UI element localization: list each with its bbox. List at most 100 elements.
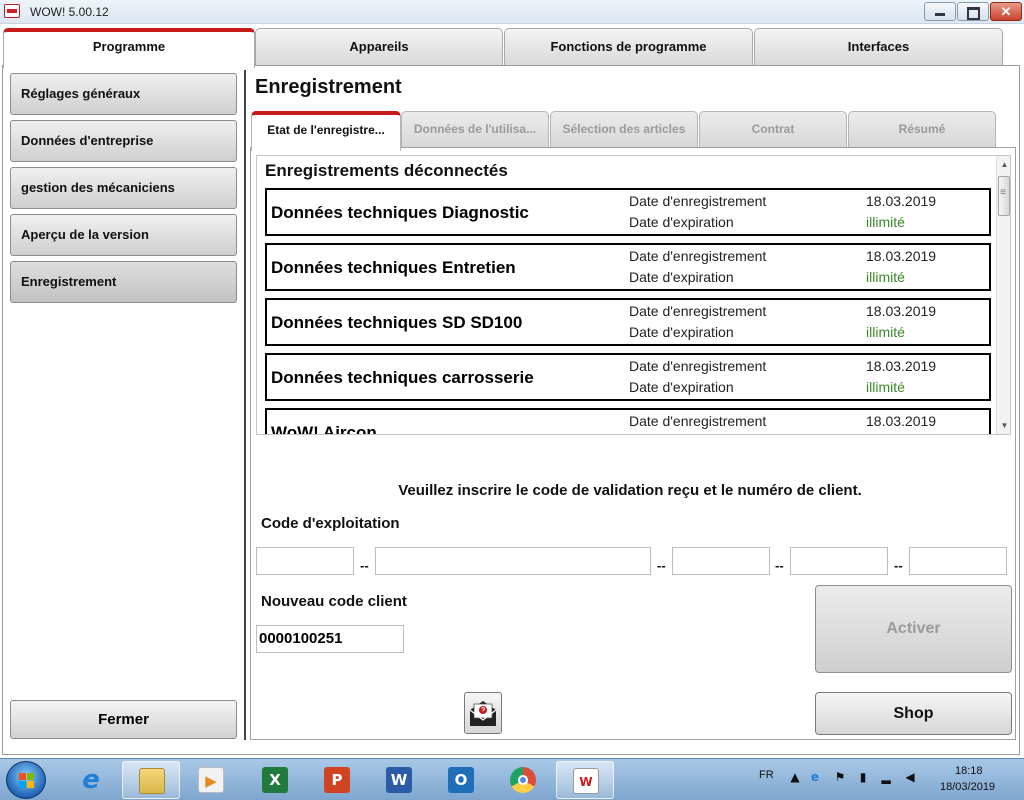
taskbar-internet-explorer[interactable]: e bbox=[62, 761, 120, 799]
registration-date-value: 18.03.2019 bbox=[866, 248, 937, 264]
tab-interfaces[interactable]: Interfaces bbox=[754, 28, 1003, 66]
taskbar-media-player[interactable]: ▶ bbox=[182, 761, 240, 799]
code-field-3[interactable] bbox=[672, 547, 770, 575]
maximize-icon bbox=[958, 4, 988, 23]
tab-programme[interactable]: Programme bbox=[3, 28, 255, 68]
minimize-button[interactable] bbox=[924, 2, 956, 21]
taskbar-powerpoint[interactable]: P bbox=[308, 761, 366, 799]
app-logo-icon bbox=[4, 4, 20, 18]
taskbar-outlook[interactable]: O bbox=[432, 761, 490, 799]
scroll-thumb[interactable] bbox=[998, 176, 1010, 216]
tab-donnees-utilisateur[interactable]: Données de l'utilisa... bbox=[401, 111, 549, 148]
list-scrollbar[interactable]: ▲ ▼ bbox=[996, 156, 1010, 434]
show-hidden-icons-icon[interactable]: ▲ bbox=[788, 770, 802, 784]
title-bar: WOW! 5.00.12 ✕ bbox=[0, 0, 1024, 24]
internet-explorer-icon: e bbox=[82, 765, 100, 795]
code-field-4[interactable] bbox=[790, 547, 888, 575]
taskbar: e ▶ X P W O W bbox=[0, 758, 1024, 800]
scroll-up-arrow-icon[interactable]: ▲ bbox=[997, 156, 1010, 173]
client-code-input[interactable]: 0000100251 bbox=[256, 625, 404, 653]
taskbar-wow-app[interactable]: W bbox=[556, 761, 614, 799]
code-field-1[interactable] bbox=[256, 547, 354, 575]
powerpoint-icon: P bbox=[324, 767, 350, 793]
registration-name: Données techniques Diagnostic bbox=[271, 203, 529, 222]
power-icon[interactable]: ▮ bbox=[856, 770, 870, 784]
wow-application-window: WOW! 5.00.12 ✕ Programme Appareils Fonct… bbox=[0, 0, 1024, 800]
language-indicator[interactable]: FR bbox=[759, 769, 774, 781]
excel-icon: X bbox=[262, 767, 288, 793]
list-item[interactable]: Données techniques Diagnostic Date d'enr… bbox=[265, 188, 991, 236]
list-item[interactable]: Données techniques SD SD100 Date d'enreg… bbox=[265, 298, 991, 346]
code-separator: -- bbox=[657, 558, 666, 573]
code-field-2[interactable] bbox=[375, 547, 651, 575]
registration-name: Données techniques Entretien bbox=[271, 258, 516, 277]
taskbar-file-explorer[interactable] bbox=[122, 761, 180, 799]
network-icon[interactable]: ▂ bbox=[879, 770, 893, 784]
sidebar-item-reglages-generaux[interactable]: Réglages généraux bbox=[10, 73, 237, 115]
taskbar-word[interactable]: W bbox=[370, 761, 428, 799]
tab-contrat[interactable]: Contrat bbox=[699, 111, 847, 148]
instruction-text: Veuillez inscrire le code de validation … bbox=[398, 482, 862, 499]
chrome-icon bbox=[510, 767, 536, 793]
taskbar-excel[interactable]: X bbox=[246, 761, 304, 799]
expiration-date-label: Date d'expiration bbox=[629, 324, 734, 340]
maximize-button[interactable] bbox=[957, 2, 989, 21]
action-center-flag-icon[interactable]: ⚑ bbox=[833, 770, 847, 784]
activer-button[interactable]: Activer bbox=[815, 585, 1012, 673]
expiration-date-label: Date d'expiration bbox=[629, 214, 734, 230]
tab-resume[interactable]: Résumé bbox=[848, 111, 996, 148]
list-item[interactable]: WoW! Aircon Date d'enregistrement 18.03.… bbox=[265, 408, 991, 435]
registration-date-value: 18.03.2019 bbox=[866, 413, 937, 429]
sidebar-item-enregistrement[interactable]: Enregistrement bbox=[10, 261, 237, 303]
media-player-icon: ▶ bbox=[198, 767, 224, 793]
list-heading: Enregistrements déconnectés bbox=[265, 161, 508, 180]
expiration-date-label: Date d'expiration bbox=[629, 269, 734, 285]
close-window-button[interactable]: ✕ bbox=[990, 2, 1022, 21]
registration-name: Données techniques SD SD100 bbox=[271, 313, 523, 332]
registration-date-label: Date d'enregistrement bbox=[629, 193, 767, 209]
window-title: WOW! 5.00.12 bbox=[30, 5, 109, 19]
code-separator: -- bbox=[775, 558, 784, 573]
expiration-date-value: illimité bbox=[866, 379, 905, 395]
code-field-5[interactable] bbox=[909, 547, 1007, 575]
list-item[interactable]: Données techniques Entretien Date d'enre… bbox=[265, 243, 991, 291]
registration-date-label: Date d'enregistrement bbox=[629, 248, 767, 264]
close-icon: ✕ bbox=[1000, 4, 1012, 19]
tab-appareils[interactable]: Appareils bbox=[255, 28, 503, 66]
minimize-icon bbox=[925, 4, 955, 19]
windows-logo-icon bbox=[19, 773, 35, 789]
shop-button[interactable]: Shop bbox=[815, 692, 1012, 735]
clock-date[interactable]: 18/03/2019 bbox=[940, 781, 995, 793]
word-icon: W bbox=[386, 767, 412, 793]
expiration-date-label: Date d'expiration bbox=[629, 379, 734, 395]
registration-name: Données techniques carrosserie bbox=[271, 368, 534, 387]
expiration-date-value: illimité bbox=[866, 269, 905, 285]
tab-selection-articles[interactable]: Sélection des articles bbox=[550, 111, 698, 148]
registration-date-label: Date d'enregistrement bbox=[629, 413, 767, 429]
start-button[interactable] bbox=[6, 761, 46, 799]
sidebar-item-donnees-entreprise[interactable]: Données d'entreprise bbox=[10, 120, 237, 162]
ie-tray-icon[interactable]: e bbox=[808, 770, 822, 784]
code-separator: -- bbox=[360, 558, 369, 573]
sidebar-item-gestion-mecaniciens[interactable]: gestion des mécaniciens bbox=[10, 167, 237, 209]
registration-date-value: 18.03.2019 bbox=[866, 193, 937, 209]
volume-icon[interactable]: ◀ bbox=[903, 770, 917, 784]
scroll-down-arrow-icon[interactable]: ▼ bbox=[997, 417, 1010, 434]
sidebar-item-apercu-version[interactable]: Aperçu de la version bbox=[10, 214, 237, 256]
mail-help-icon bbox=[469, 701, 497, 726]
fermer-button[interactable]: Fermer bbox=[10, 700, 237, 739]
page-title: Enregistrement bbox=[255, 76, 402, 98]
tab-fonctions-de-programme[interactable]: Fonctions de programme bbox=[504, 28, 753, 66]
clock-time[interactable]: 18:18 bbox=[955, 765, 983, 777]
taskbar-chrome[interactable] bbox=[494, 761, 552, 799]
mail-help-button[interactable] bbox=[464, 692, 502, 734]
registrations-list[interactable]: Enregistrements déconnectés Données tech… bbox=[256, 155, 1011, 435]
expiration-date-value: illimité bbox=[866, 324, 905, 340]
list-item[interactable]: Données techniques carrosserie Date d'en… bbox=[265, 353, 991, 401]
registration-date-value: 18.03.2019 bbox=[866, 358, 937, 374]
outlook-icon: O bbox=[448, 767, 474, 793]
sidebar-divider bbox=[244, 70, 246, 740]
registration-name: WoW! Aircon bbox=[271, 423, 377, 435]
client-code-label: Nouveau code client bbox=[261, 593, 407, 610]
tab-etat-enregistrement[interactable]: Etat de l'enregistre... bbox=[251, 111, 401, 151]
